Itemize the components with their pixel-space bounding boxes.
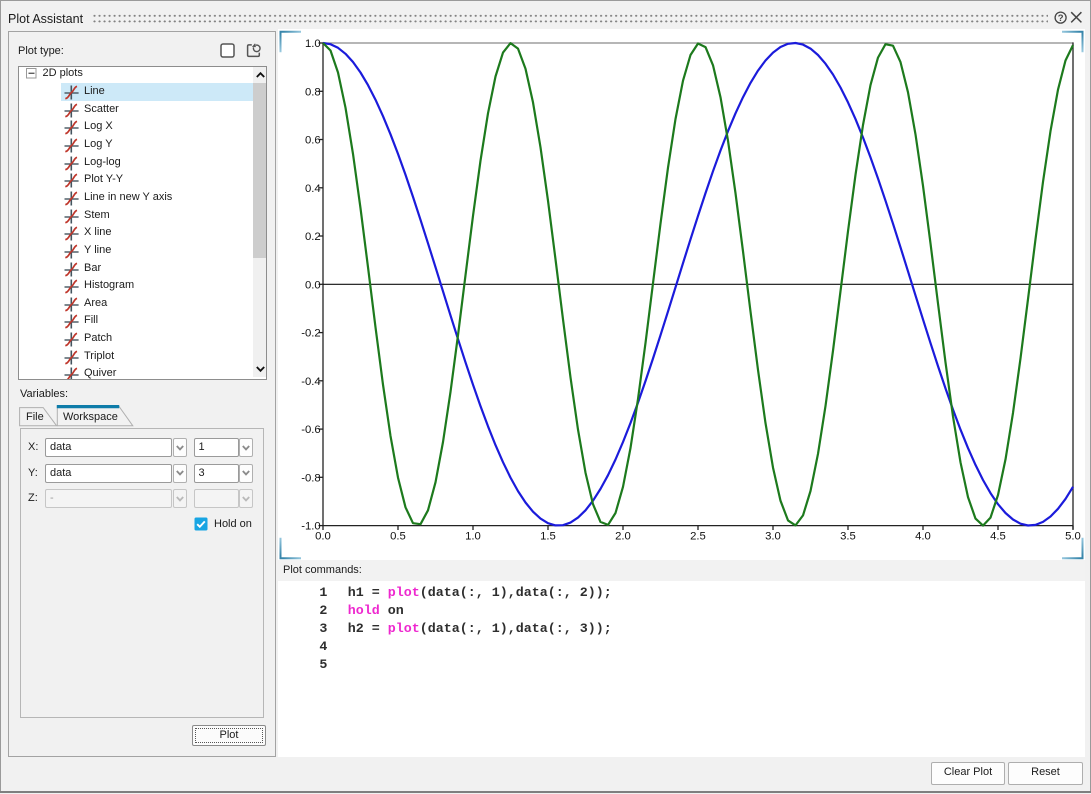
svg-text:-0.8: -0.8 bbox=[301, 472, 320, 484]
svg-text:?: ? bbox=[1058, 13, 1064, 24]
svg-text:4.5: 4.5 bbox=[990, 530, 1006, 542]
svg-text:0.0: 0.0 bbox=[305, 279, 321, 291]
svg-text:2.0: 2.0 bbox=[615, 530, 631, 542]
svg-text:2.5: 2.5 bbox=[690, 530, 706, 542]
svg-text:0.5: 0.5 bbox=[390, 530, 406, 542]
svg-text:4.0: 4.0 bbox=[915, 530, 931, 542]
svg-text:5.0: 5.0 bbox=[1065, 530, 1081, 542]
svg-text:1.0: 1.0 bbox=[305, 38, 321, 50]
svg-text:0.2: 0.2 bbox=[305, 231, 321, 243]
svg-text:-0.6: -0.6 bbox=[301, 424, 320, 436]
svg-text:-0.2: -0.2 bbox=[301, 328, 320, 340]
svg-text:0.8: 0.8 bbox=[305, 86, 321, 98]
svg-text:3.5: 3.5 bbox=[840, 530, 856, 542]
svg-text:-0.4: -0.4 bbox=[301, 376, 320, 388]
svg-text:0.0: 0.0 bbox=[315, 530, 331, 542]
svg-text:3.0: 3.0 bbox=[765, 530, 781, 542]
svg-text:1.0: 1.0 bbox=[465, 530, 481, 542]
svg-text:0.4: 0.4 bbox=[305, 183, 321, 195]
svg-text:1.5: 1.5 bbox=[540, 530, 556, 542]
svg-text:0.6: 0.6 bbox=[305, 135, 321, 147]
